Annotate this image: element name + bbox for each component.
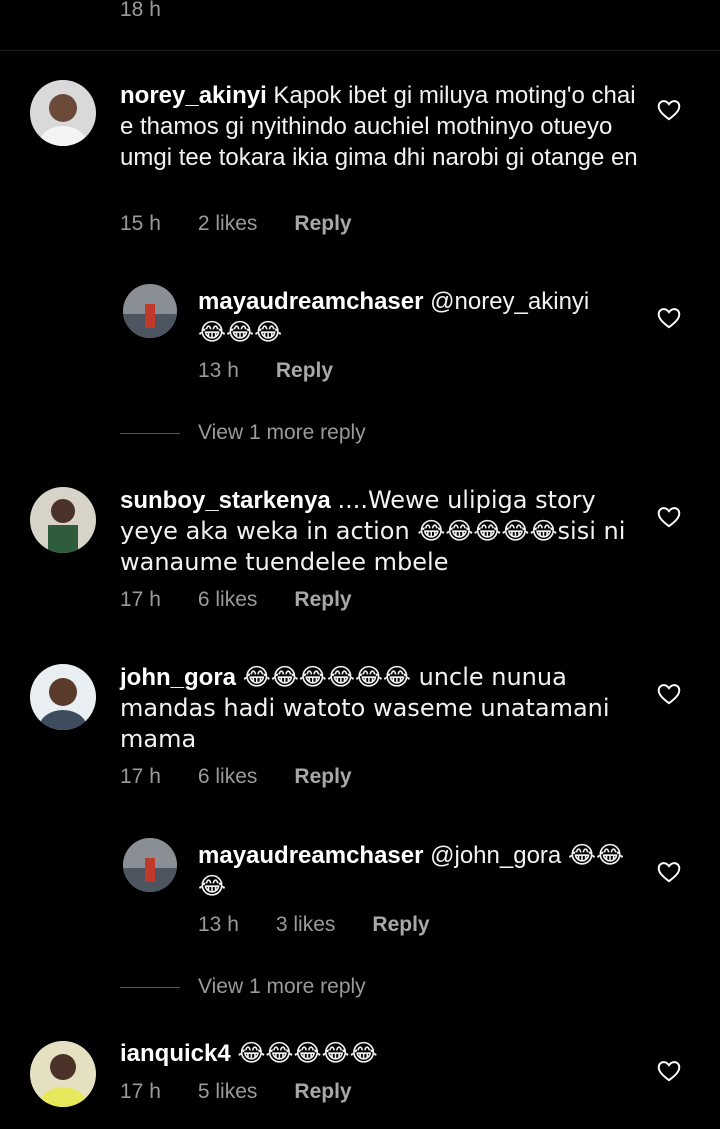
like-button[interactable] xyxy=(656,1058,682,1084)
comment-text: john_gora 😂😂😂😂😂😂 uncle nunua mandas hadi… xyxy=(120,662,640,755)
avatar[interactable] xyxy=(30,487,96,553)
reply-username[interactable]: mayaudreamchaser xyxy=(198,842,423,869)
view-more-replies[interactable]: View 1 more reply xyxy=(120,975,366,999)
comment-text: norey_akinyi Kapok ibet gi miluya moting… xyxy=(120,80,640,173)
view-more-label[interactable]: View 1 more reply xyxy=(198,421,366,445)
comment-meta: 15 h 2 likes Reply xyxy=(120,212,389,236)
avatar[interactable] xyxy=(30,80,96,146)
comment-meta: 17 h 6 likes Reply xyxy=(120,765,389,789)
reply-button[interactable]: Reply xyxy=(294,588,351,612)
like-button[interactable] xyxy=(656,97,682,123)
comment-username[interactable]: sunboy_starkenya xyxy=(120,487,331,514)
reply-username[interactable]: mayaudreamchaser xyxy=(198,288,423,315)
heart-outline-icon xyxy=(657,1061,681,1082)
reply-likes[interactable]: 3 likes xyxy=(276,913,336,937)
like-button[interactable] xyxy=(656,504,682,530)
comment-likes[interactable]: 5 likes xyxy=(198,1080,258,1104)
view-more-replies[interactable]: View 1 more reply xyxy=(120,421,366,445)
comment-username[interactable]: norey_akinyi xyxy=(120,82,267,109)
reply-meta: 13 h 3 likes Reply xyxy=(198,913,467,937)
reply-button[interactable]: Reply xyxy=(294,1080,351,1104)
comment-time: 17 h xyxy=(120,765,161,788)
divider-line xyxy=(120,432,180,434)
comment-meta: 17 h 6 likes Reply xyxy=(120,588,389,612)
heart-outline-icon xyxy=(657,100,681,121)
heart-outline-icon xyxy=(657,308,681,329)
comment-username[interactable]: ianquick4 xyxy=(120,1040,231,1067)
heart-outline-icon xyxy=(657,862,681,883)
comment-meta: 17 h 5 likes Reply xyxy=(120,1080,389,1104)
comment-body: 😂😂😂😂😂 xyxy=(237,1039,378,1067)
reply-time: 13 h xyxy=(198,913,239,936)
comment-username[interactable]: john_gora xyxy=(120,664,236,691)
reply-meta: 13 h Reply xyxy=(198,359,370,383)
divider-line xyxy=(120,986,180,988)
avatar[interactable] xyxy=(123,284,177,338)
top-timestamp: 18 h xyxy=(120,0,161,21)
view-more-label[interactable]: View 1 more reply xyxy=(198,975,366,999)
reply-mention[interactable]: @norey_akinyi xyxy=(430,288,589,315)
reply-text: mayaudreamchaser @john_gora 😂😂😂 xyxy=(198,840,638,902)
avatar[interactable] xyxy=(30,664,96,730)
comment-time: 17 h xyxy=(120,1080,161,1103)
reply-text: mayaudreamchaser @norey_akinyi 😂😂😂 xyxy=(198,286,638,348)
reply-button[interactable]: Reply xyxy=(294,765,351,789)
reply-button[interactable]: Reply xyxy=(294,212,351,236)
comment-likes[interactable]: 6 likes xyxy=(198,765,258,789)
reply-button[interactable]: Reply xyxy=(372,913,429,937)
comment-text: sunboy_starkenya ....Wewe ulipiga story … xyxy=(120,485,640,578)
heart-outline-icon xyxy=(657,684,681,705)
comment-time: 17 h xyxy=(120,588,161,611)
heart-outline-icon xyxy=(657,507,681,528)
reply-body: 😂😂😂 xyxy=(198,318,283,346)
comment-likes[interactable]: 6 likes xyxy=(198,588,258,612)
comment-time: 15 h xyxy=(120,212,161,235)
like-button[interactable] xyxy=(656,305,682,331)
reply-time: 13 h xyxy=(198,359,239,382)
avatar[interactable] xyxy=(123,838,177,892)
comment-text: ianquick4 😂😂😂😂😂 xyxy=(120,1038,640,1069)
reply-button[interactable]: Reply xyxy=(276,359,333,383)
like-button[interactable] xyxy=(656,859,682,885)
reply-mention[interactable]: @john_gora xyxy=(430,842,561,869)
top-divider xyxy=(0,50,720,51)
like-button[interactable] xyxy=(656,681,682,707)
avatar[interactable] xyxy=(30,1041,96,1107)
comment-likes[interactable]: 2 likes xyxy=(198,212,258,236)
